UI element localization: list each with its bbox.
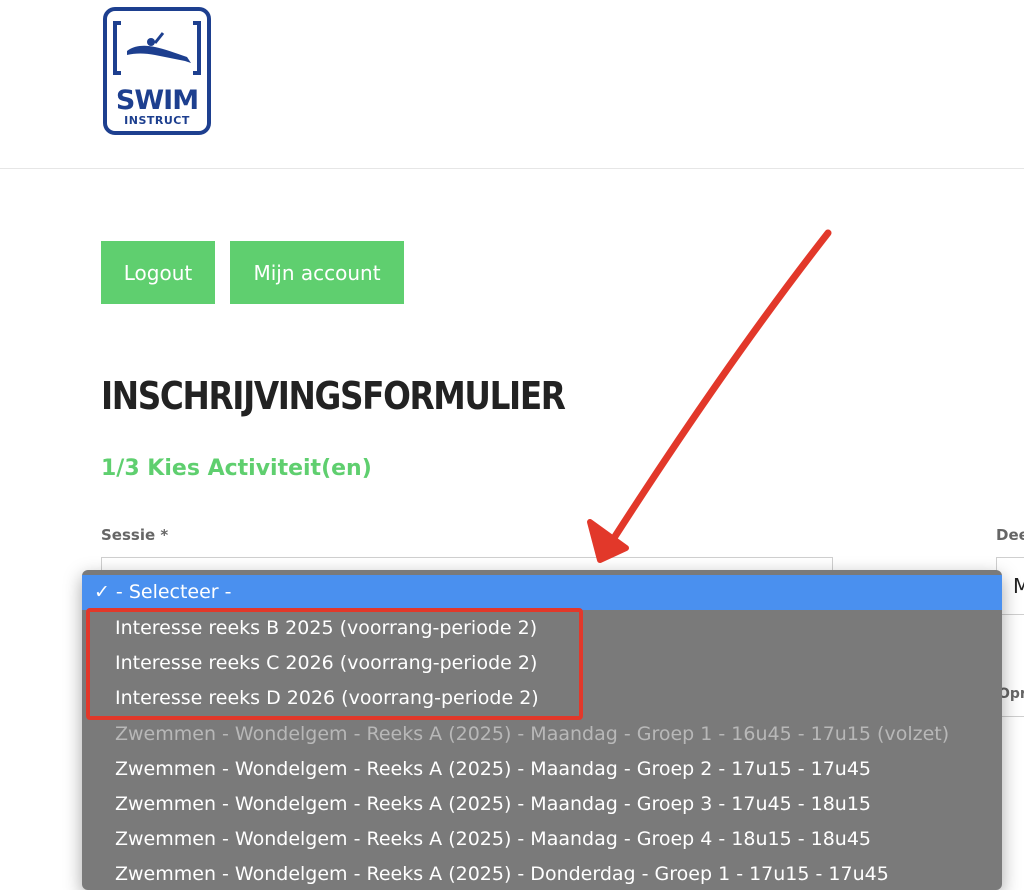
dropdown-option[interactable]: Interesse reeks D 2026 (voorrang-periode… <box>82 681 1002 716</box>
step-heading: 1/3 Kies Activiteit(en) <box>101 456 372 481</box>
logo-text-main: SWIM <box>115 85 199 116</box>
dropdown-option[interactable]: Zwemmen - Wondelgem - Reeks A (2025) - D… <box>82 857 1002 890</box>
dropdown-option[interactable]: Interesse reeks B 2025 (voorrang-periode… <box>82 611 1002 646</box>
dropdown-option-disabled: Zwemmen - Wondelgem - Reeks A (2025) - M… <box>115 723 950 745</box>
dropdown-option[interactable]: Zwemmen - Wondelgem - Reeks A (2025) - M… <box>82 752 1002 787</box>
site-header: SWIM INSTRUCT <box>0 0 1024 169</box>
dropdown-option[interactable]: Interesse reeks C 2026 (voorrang-periode… <box>82 646 1002 681</box>
dropdown-option-selected[interactable]: ✓ - Selecteer - <box>82 575 1002 610</box>
logout-button[interactable]: Logout <box>101 241 215 304</box>
checkmark-icon: ✓ <box>94 581 110 603</box>
dropdown-option[interactable]: Zwemmen - Wondelgem - Reeks A (2025) - M… <box>82 787 1002 822</box>
my-account-button[interactable]: Mijn account <box>230 241 404 304</box>
participant-value: M <box>1013 574 1024 598</box>
page-title: INSCHRIJVINGSFORMULIER <box>101 374 566 418</box>
session-label: Sessie * <box>101 526 169 544</box>
dropdown-option-label: - Selecteer - <box>115 581 232 603</box>
participant-label: Dee <box>996 526 1024 544</box>
logo-text-sub: INSTRUCT <box>124 114 190 127</box>
swim-instruct-logo[interactable]: SWIM INSTRUCT <box>103 7 211 135</box>
swimmer-icon <box>113 21 201 75</box>
session-dropdown-list[interactable]: ✓ - Selecteer - Interesse reeks B 2025 (v… <box>82 570 1002 890</box>
dropdown-option[interactable]: Zwemmen - Wondelgem - Reeks A (2025) - M… <box>82 822 1002 857</box>
